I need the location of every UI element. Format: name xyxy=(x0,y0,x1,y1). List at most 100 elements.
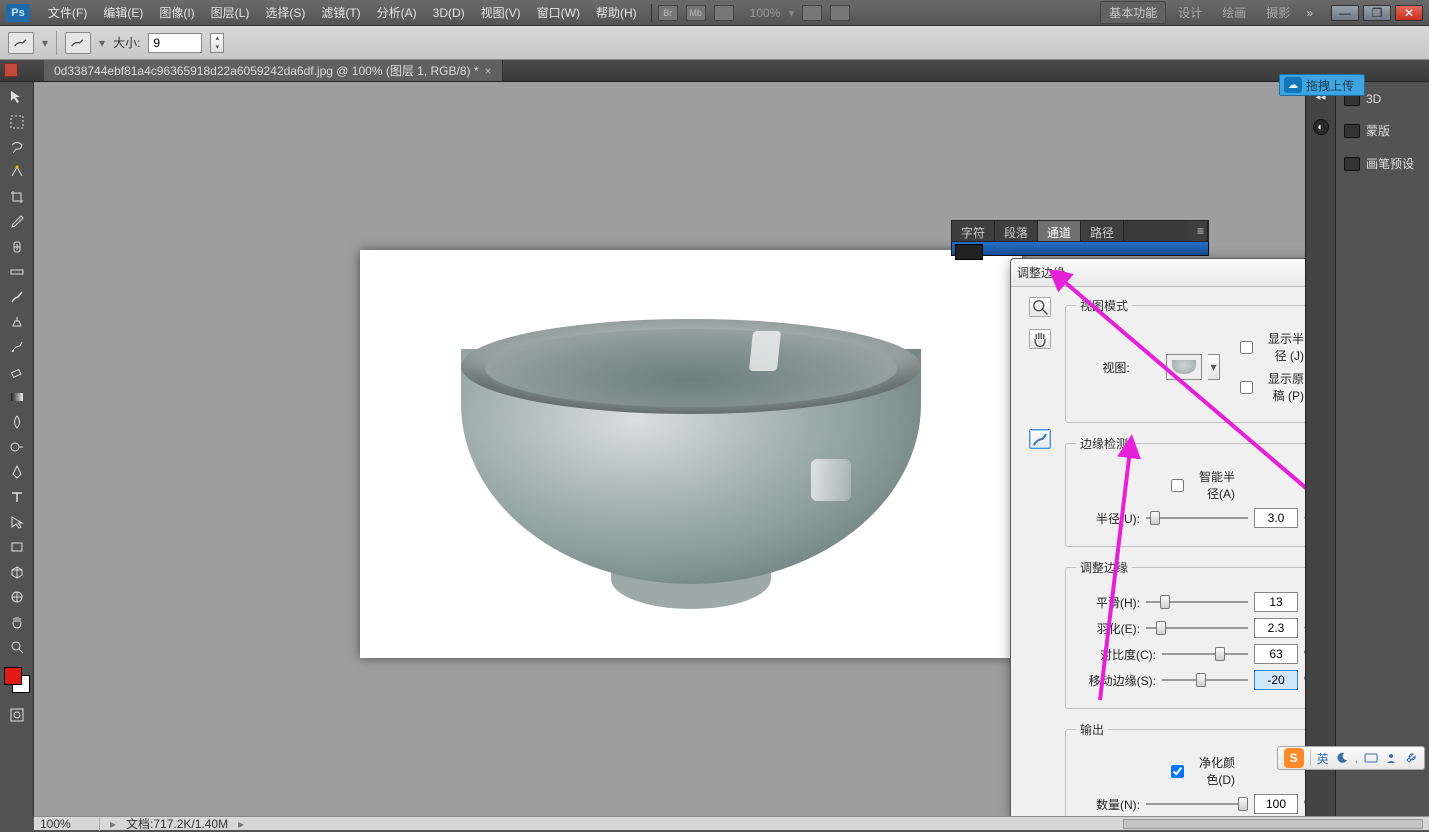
dialog-tools xyxy=(1025,297,1055,449)
dialog-refine-brush-tool[interactable] xyxy=(1029,429,1051,449)
contrast-slider[interactable] xyxy=(1162,646,1248,662)
tool-3d-camera[interactable] xyxy=(5,586,29,608)
keyboard-icon[interactable] xyxy=(1364,751,1378,765)
tab-paragraph[interactable]: 段落 xyxy=(995,221,1038,241)
dialog-hand-tool[interactable] xyxy=(1029,329,1051,349)
quick-mask-icon[interactable] xyxy=(5,704,29,726)
horizontal-scrollbar[interactable] xyxy=(1123,819,1423,829)
tool-brush[interactable] xyxy=(5,286,29,308)
shift-slider[interactable] xyxy=(1162,672,1248,688)
menu-file[interactable]: 文件(F) xyxy=(40,4,95,21)
fg-color-swatch[interactable] xyxy=(4,667,22,685)
menu-help[interactable]: 帮助(H) xyxy=(588,4,645,21)
screen-icon[interactable] xyxy=(830,5,850,21)
feather-slider[interactable] xyxy=(1146,620,1248,636)
smart-radius-checkbox[interactable]: 智能半径(A) xyxy=(1171,468,1235,502)
tool-hand[interactable] xyxy=(5,611,29,633)
tool-blur[interactable] xyxy=(5,411,29,433)
tool-eraser[interactable] xyxy=(5,361,29,383)
menu-filter[interactable]: 滤镜(T) xyxy=(313,4,368,21)
ime-lang[interactable]: 英 xyxy=(1317,750,1329,767)
decontaminate-checkbox[interactable]: 净化颜色(D) xyxy=(1171,754,1235,788)
document-tab[interactable]: 0d338744ebf81a4c96365918d22a6059242da6df… xyxy=(44,60,503,81)
screen-mode-icon[interactable] xyxy=(714,5,734,21)
tool-dodge[interactable] xyxy=(5,436,29,458)
tool-move[interactable] xyxy=(5,86,29,108)
status-zoom[interactable]: 100% xyxy=(40,817,100,831)
tool-history-brush[interactable] xyxy=(5,336,29,358)
radius-slider[interactable] xyxy=(1146,510,1248,526)
adjustments-icon[interactable]: ◐ xyxy=(1313,119,1329,135)
tool-quick-select[interactable] xyxy=(5,161,29,183)
panel-brush-presets[interactable]: 画笔预设 xyxy=(1340,153,1425,174)
minibridge-icon[interactable]: Mb xyxy=(686,5,706,21)
menu-3d[interactable]: 3D(D) xyxy=(425,6,473,20)
menu-edit[interactable]: 编辑(E) xyxy=(95,4,151,21)
workspace-more-icon[interactable]: » xyxy=(1302,6,1317,20)
color-swatches[interactable] xyxy=(4,667,30,693)
brush-preset-icon[interactable] xyxy=(65,32,91,54)
wrench-icon[interactable] xyxy=(1404,751,1418,765)
feather-input[interactable] xyxy=(1254,618,1298,638)
smooth-input[interactable] xyxy=(1254,592,1298,612)
brush-size-stepper[interactable]: ▴▾ xyxy=(210,33,224,53)
tab-paths[interactable]: 路径 xyxy=(1081,221,1124,241)
smooth-slider[interactable] xyxy=(1146,594,1248,610)
dialog-titlebar[interactable]: 调整边缘 ✕ xyxy=(1011,259,1305,287)
show-original-checkbox[interactable]: 显示原稿 (P) xyxy=(1240,370,1304,404)
workspace-design[interactable]: 设计 xyxy=(1170,2,1210,23)
bridge-icon[interactable]: Br xyxy=(658,5,678,21)
tool-spot-heal[interactable] xyxy=(5,236,29,258)
upload-badge[interactable]: ☁ 拖拽上传 xyxy=(1279,74,1365,96)
tool-crop[interactable] xyxy=(5,186,29,208)
zoom-level[interactable]: 100% xyxy=(750,6,781,20)
radius-label: 半径(U): xyxy=(1076,510,1140,527)
tab-grip-icon[interactable] xyxy=(4,63,18,77)
moon-icon[interactable] xyxy=(1335,751,1349,765)
window-close[interactable]: ✕ xyxy=(1395,5,1423,21)
tool-gradient[interactable] xyxy=(5,386,29,408)
person-icon[interactable] xyxy=(1384,751,1398,765)
document-tab-close-icon[interactable]: × xyxy=(485,64,492,78)
menu-analysis[interactable]: 分析(A) xyxy=(369,4,425,21)
contrast-input[interactable] xyxy=(1254,644,1298,664)
ime-toolbar[interactable]: S 英 , xyxy=(1277,746,1425,770)
menu-image[interactable]: 图像(I) xyxy=(151,4,202,21)
tool-eyedropper[interactable] xyxy=(5,211,29,233)
radius-input[interactable] xyxy=(1254,508,1298,528)
amount-input[interactable] xyxy=(1254,794,1298,814)
tool-path-select[interactable] xyxy=(5,511,29,533)
menu-select[interactable]: 选择(S) xyxy=(257,4,313,21)
tool-type[interactable] xyxy=(5,486,29,508)
canvas[interactable]: 字符 段落 通道 路径 ≡ 调整边缘 ✕ xyxy=(34,82,1305,816)
tool-clone-stamp[interactable] xyxy=(5,311,29,333)
tab-character[interactable]: 字符 xyxy=(952,221,995,241)
menu-layer[interactable]: 图层(L) xyxy=(203,4,258,21)
view-dropdown-icon[interactable]: ▾ xyxy=(1208,354,1220,380)
tool-zoom[interactable] xyxy=(5,636,29,658)
tool-lasso[interactable] xyxy=(5,136,29,158)
tool-pen[interactable] xyxy=(5,461,29,483)
brush-size-input[interactable] xyxy=(148,33,202,53)
dialog-zoom-tool[interactable] xyxy=(1029,297,1051,317)
menu-window[interactable]: 窗口(W) xyxy=(529,4,588,21)
arrange-docs-icon[interactable] xyxy=(802,5,822,21)
tab-channels[interactable]: 通道 xyxy=(1038,221,1081,241)
panel-masks[interactable]: 蒙版 xyxy=(1340,120,1425,141)
tool-marquee[interactable] xyxy=(5,111,29,133)
workspace-photo[interactable]: 摄影 xyxy=(1258,2,1298,23)
view-thumbnail[interactable] xyxy=(1166,354,1202,380)
amount-slider[interactable] xyxy=(1146,796,1248,812)
tool-rectangle[interactable] xyxy=(5,536,29,558)
panel-menu-icon[interactable]: ≡ xyxy=(1188,221,1208,241)
window-minimize[interactable]: — xyxy=(1331,5,1359,21)
show-radius-checkbox[interactable]: 显示半径 (J) xyxy=(1240,330,1304,364)
shift-input[interactable] xyxy=(1254,670,1298,690)
window-maximize[interactable]: ❐ xyxy=(1363,5,1391,21)
tool-ruler[interactable] xyxy=(5,261,29,283)
workspace-paint[interactable]: 绘画 xyxy=(1214,2,1254,23)
workspace-essentials[interactable]: 基本功能 xyxy=(1100,1,1166,24)
tool-3d[interactable] xyxy=(5,561,29,583)
current-tool-icon[interactable] xyxy=(8,32,34,54)
menu-view[interactable]: 视图(V) xyxy=(473,4,529,21)
